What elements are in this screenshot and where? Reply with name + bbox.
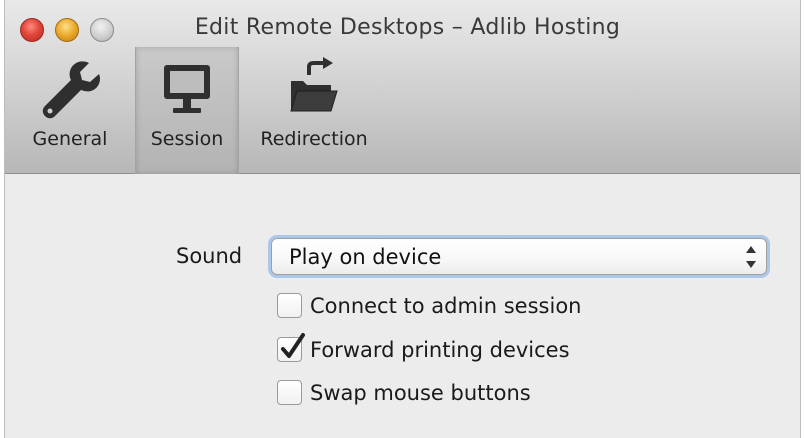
forward-printing-option[interactable]: Forward printing devices xyxy=(277,333,570,362)
sound-popup-value: Play on device xyxy=(289,244,442,269)
tab-redirection[interactable]: Redirection xyxy=(239,47,389,174)
tab-session-label: Session xyxy=(150,128,224,150)
admin-session-label: Connect to admin session xyxy=(310,293,582,318)
admin-session-option[interactable]: Connect to admin session xyxy=(277,293,581,318)
admin-session-checkbox[interactable] xyxy=(277,293,302,318)
swap-mouse-option[interactable]: Swap mouse buttons xyxy=(277,380,531,405)
forward-printing-label: Forward printing devices xyxy=(310,337,570,362)
swap-mouse-label: Swap mouse buttons xyxy=(310,380,531,405)
preferences-toolbar: General Session Redirection xyxy=(5,47,389,174)
monitor-icon xyxy=(154,55,220,125)
tab-redirection-label: Redirection xyxy=(260,128,368,150)
wrench-icon xyxy=(37,55,103,125)
sound-popup[interactable]: Play on device xyxy=(271,238,767,275)
folder-redirect-icon xyxy=(281,55,347,125)
window-title: Edit Remote Desktops – Adlib Hosting xyxy=(194,15,621,40)
sound-label: Sound xyxy=(176,244,243,268)
session-pane: Sound Play on device Connect to admin se… xyxy=(5,175,800,438)
forward-printing-checkbox[interactable] xyxy=(277,333,305,362)
swap-mouse-checkbox[interactable] xyxy=(277,380,302,405)
tab-general-label: General xyxy=(32,128,108,150)
title-bar: Edit Remote Desktops – Adlib Hosting Gen… xyxy=(5,0,800,174)
tab-session[interactable]: Session xyxy=(135,47,239,174)
popup-arrows-icon xyxy=(746,246,756,268)
preferences-window: Edit Remote Desktops – Adlib Hosting Gen… xyxy=(4,0,801,438)
checkmark-icon xyxy=(279,332,307,366)
tab-general[interactable]: General xyxy=(5,47,135,174)
